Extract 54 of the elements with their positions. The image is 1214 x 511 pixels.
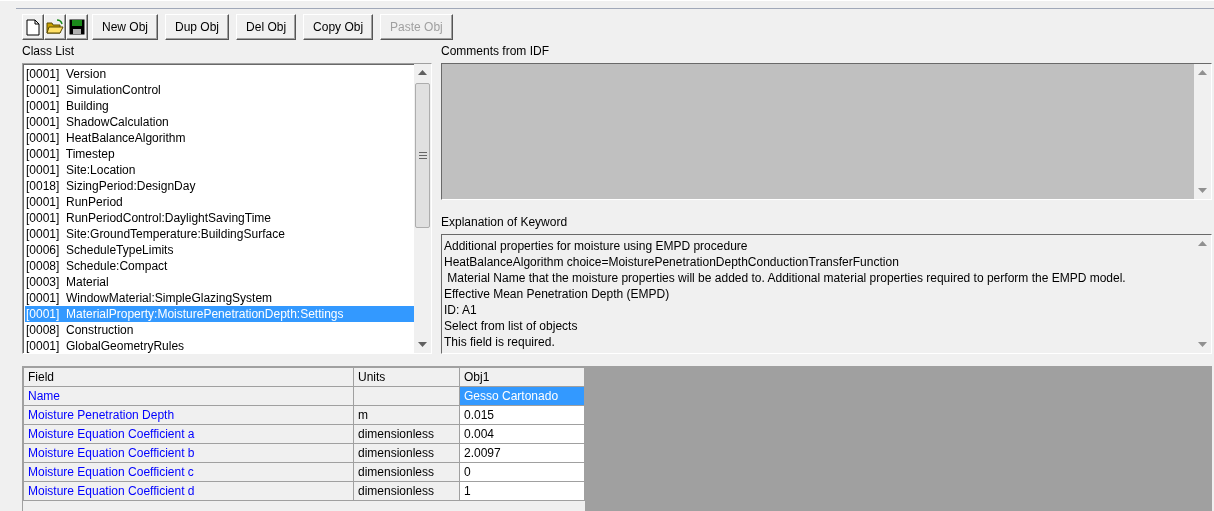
class-list-item[interactable]: [0003] Material	[25, 274, 414, 290]
save-button[interactable]	[66, 14, 88, 40]
class-list-item[interactable]: [0001] ShadowCalculation	[25, 114, 414, 130]
class-list-item[interactable]: [0018] SizingPeriod:DesignDay	[25, 178, 414, 194]
column-header: Field	[23, 367, 354, 387]
column-header: Units	[353, 367, 460, 387]
class-list-item[interactable]: [0001] HeatBalanceAlgorithm	[25, 130, 414, 146]
class-list-item[interactable]: [0008] Construction	[25, 322, 414, 338]
scroll-down-icon[interactable]	[1198, 188, 1207, 193]
explanation-text: Effective Mean Penetration Depth (EMPD)	[444, 286, 671, 302]
toolbar-button[interactable]: New Obj	[92, 14, 158, 40]
scroll-down-icon[interactable]	[1198, 342, 1207, 347]
class-list-item[interactable]: [0001] Timestep	[25, 146, 414, 162]
value-cell[interactable]: 1	[459, 481, 585, 501]
class-list-item[interactable]: [0001] GlobalGeometryRules	[25, 338, 414, 353]
class-list-item[interactable]: [0006] ScheduleTypeLimits	[25, 242, 414, 258]
comments-label: Comments from IDF	[441, 44, 550, 58]
toolbar-button[interactable]: Copy Obj	[303, 14, 374, 40]
class-list-item[interactable]: [0001] Site:Location	[25, 162, 414, 178]
class-list-item[interactable]: [0008] Schedule:Compact	[25, 258, 414, 274]
class-list-item[interactable]: [0001] Version	[25, 66, 414, 82]
explanation-text: HeatBalanceAlgorithm choice=MoisturePenetrationDepthConductionTransferFunction	[444, 254, 900, 270]
document-icon	[26, 18, 40, 36]
explanation-text: Select from list of objects	[444, 318, 579, 334]
open-file-button[interactable]	[44, 14, 66, 40]
folder-icon	[46, 19, 64, 35]
scrollbar[interactable]	[414, 64, 431, 353]
comments-field[interactable]	[441, 63, 1212, 200]
explanation-text: Material Name that the moisture properties will be added to. Additional material properties required to perform the EMPD model.	[446, 270, 1127, 286]
new-file-button[interactable]	[22, 14, 44, 40]
class-list-item[interactable]: [0001] RunPeriod	[25, 194, 414, 210]
scroll-thumb[interactable]	[415, 83, 430, 228]
value-cell[interactable]: 0.004	[459, 424, 585, 444]
grip-icon	[418, 152, 427, 159]
class-list-label: Class List	[22, 44, 75, 58]
scroll-down-icon[interactable]	[418, 342, 427, 347]
explanation-text: This field is required.	[444, 334, 556, 350]
scroll-up-icon[interactable]	[1198, 241, 1207, 246]
scroll-up-icon[interactable]	[418, 70, 427, 75]
class-list-item[interactable]: [0001] WindowMaterial:SimpleGlazingSystem	[25, 290, 414, 306]
toolbar-button[interactable]: Dup Obj	[165, 14, 230, 40]
explanation-label: Explanation of Keyword	[441, 215, 569, 229]
class-list-item[interactable]: [0001] Site:GroundTemperature:BuildingSurface	[25, 226, 414, 242]
toolbar-button[interactable]: Del Obj	[236, 14, 297, 40]
column-header: Obj1	[459, 367, 585, 387]
value-cell[interactable]: 0.015	[459, 405, 585, 425]
explanation-text: Additional properties for moisture using EMPD procedure	[444, 238, 749, 254]
class-list-item[interactable]: [0001] Building	[25, 98, 414, 114]
scroll-up-icon[interactable]	[1198, 70, 1207, 75]
class-list-item[interactable]: [0001] SimulationControl	[25, 82, 414, 98]
explanation-text: ID: A1	[444, 302, 478, 318]
class-list-item[interactable]: [0001] RunPeriodControl:DaylightSavingTime	[25, 210, 414, 226]
value-cell[interactable]: 2.0097	[459, 443, 585, 463]
value-cell[interactable]: 0	[459, 462, 585, 482]
